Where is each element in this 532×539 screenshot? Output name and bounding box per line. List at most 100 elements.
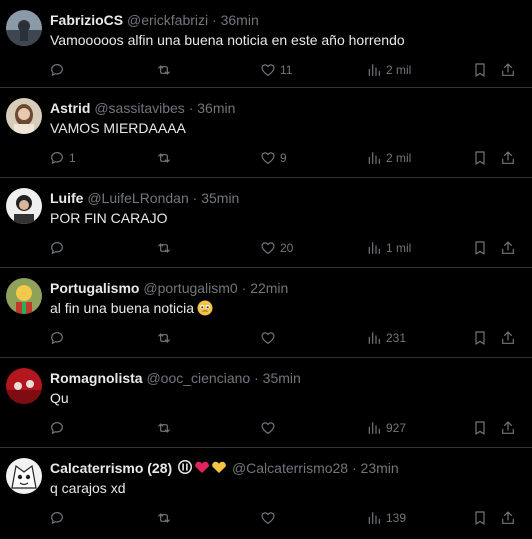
views-chart-icon <box>368 242 380 254</box>
bookmark-button[interactable] <box>472 238 488 258</box>
reply-button[interactable] <box>49 60 69 80</box>
views-button[interactable]: 1 mil <box>366 238 411 258</box>
separator-dot: · <box>351 460 357 476</box>
display-name[interactable]: FabrizioCS <box>50 12 123 28</box>
user-handle[interactable]: @sassitavibes <box>94 100 184 116</box>
retweet-button[interactable] <box>156 60 176 80</box>
avatar-image <box>6 278 42 314</box>
avatar[interactable] <box>6 368 42 404</box>
avatar[interactable] <box>6 98 42 134</box>
like-button[interactable]: 9 <box>260 148 287 168</box>
timestamp[interactable]: 36min <box>197 100 235 116</box>
reply-button[interactable] <box>49 328 69 348</box>
tweet[interactable]: Astrid @sassitavibes · 36min VAMOS MIERD… <box>0 88 532 178</box>
bookmark-button[interactable] <box>472 328 488 348</box>
user-handle[interactable]: @Calcaterrismo28 <box>232 460 348 476</box>
avatar-image <box>6 188 42 224</box>
share-button[interactable] <box>500 418 516 438</box>
retweet-button[interactable] <box>156 238 176 258</box>
timestamp[interactable]: 23min <box>361 460 399 476</box>
bookmark-button[interactable] <box>472 418 488 438</box>
share-icon <box>502 241 514 254</box>
views-button[interactable]: 2 mil <box>366 148 411 168</box>
avatar[interactable] <box>6 188 42 224</box>
tweet[interactable]: Luife @LuifeLRondan · 35min POR FIN CARA… <box>0 178 532 268</box>
like-button[interactable] <box>260 418 280 438</box>
user-handle[interactable]: @portugalism0 <box>143 280 237 296</box>
share-button[interactable] <box>500 60 516 80</box>
display-name[interactable]: Astrid <box>50 100 90 116</box>
share-button[interactable] <box>500 238 516 258</box>
tweet-text: q carajos xd <box>50 480 126 496</box>
timestamp[interactable]: 36min <box>221 12 259 28</box>
tweet-header: Romagnolista @ooc_cienciano · 35min <box>50 369 524 387</box>
action-bar: 231 <box>0 328 532 348</box>
reply-button[interactable] <box>49 418 69 438</box>
tweet-header: Astrid @sassitavibes · 36min <box>50 99 524 117</box>
avatar[interactable] <box>6 458 42 494</box>
action-bar: 20 1 mil <box>0 238 532 258</box>
user-handle[interactable]: @erickfabrizi <box>127 12 208 28</box>
heart-icon <box>261 332 275 344</box>
heart-icon <box>261 512 275 524</box>
heart-icon <box>261 422 275 434</box>
retweet-button[interactable] <box>156 508 176 528</box>
bookmark-button[interactable] <box>472 148 488 168</box>
tweet[interactable]: FabrizioCS @erickfabrizi · 36min Vamoooo… <box>0 0 532 88</box>
retweet-icon <box>158 423 170 433</box>
like-button[interactable]: 11 <box>260 60 292 80</box>
like-button[interactable]: 20 <box>260 238 293 258</box>
separator-dot: · <box>188 100 194 116</box>
avatar-image <box>6 458 42 494</box>
retweet-button[interactable] <box>156 418 176 438</box>
reply-button[interactable] <box>49 238 69 258</box>
tweet[interactable]: Calcaterrismo (28) @Calcaterrismo28 · 23… <box>0 448 532 538</box>
action-bar: 927 <box>0 418 532 438</box>
like-count: 9 <box>280 151 287 165</box>
reply-button[interactable]: 1 <box>49 148 76 168</box>
display-name[interactable]: Luife <box>50 190 83 206</box>
like-button[interactable] <box>260 328 280 348</box>
bookmark-button[interactable] <box>472 508 488 528</box>
views-button[interactable]: 927 <box>366 418 406 438</box>
share-button[interactable] <box>500 508 516 528</box>
display-name[interactable]: Calcaterrismo (28) <box>50 460 172 476</box>
like-button[interactable] <box>260 508 280 528</box>
share-icon <box>502 63 514 76</box>
separator-dot: · <box>254 370 259 386</box>
share-button[interactable] <box>500 328 516 348</box>
tweet[interactable]: Portugalismo @portugalism0 · 22min al fi… <box>0 268 532 358</box>
retweet-icon <box>158 243 170 253</box>
bookmark-icon <box>475 151 485 165</box>
retweet-button[interactable] <box>156 148 176 168</box>
user-handle[interactable]: @LuifeLRondan <box>87 190 188 206</box>
views-count: 139 <box>386 511 407 525</box>
timestamp[interactable]: 35min <box>201 190 239 206</box>
reply-icon <box>51 422 63 434</box>
views-button[interactable]: 231 <box>366 328 406 348</box>
tweet-header: Calcaterrismo (28) @Calcaterrismo28 · 23… <box>50 459 524 479</box>
display-name[interactable]: Portugalismo <box>50 280 139 296</box>
views-button[interactable]: 2 mil <box>366 60 411 80</box>
avatar[interactable] <box>6 278 42 314</box>
views-button[interactable]: 139 <box>366 508 406 528</box>
reply-icon <box>51 152 63 164</box>
tweet-header: Portugalismo @portugalism0 · 22min <box>50 279 524 297</box>
reply-button[interactable] <box>49 508 69 528</box>
separator-dot: · <box>192 190 198 206</box>
views-chart-icon <box>368 512 380 524</box>
display-name[interactable]: Romagnolista <box>50 370 143 386</box>
bookmark-icon <box>475 421 485 435</box>
views-count: 927 <box>386 421 407 435</box>
user-handle[interactable]: @ooc_cienciano <box>146 370 250 386</box>
timestamp[interactable]: 35min <box>263 370 301 386</box>
timestamp[interactable]: 22min <box>250 280 288 296</box>
views-count: 2 mil <box>386 151 412 165</box>
tweet[interactable]: Romagnolista @ooc_cienciano · 35min Qu 9… <box>0 358 532 448</box>
tweet-text: Vamooooos alfin una buena noticia en est… <box>50 32 405 48</box>
bookmark-button[interactable] <box>472 60 488 80</box>
share-button[interactable] <box>500 148 516 168</box>
profile-emoji-badges <box>177 459 227 479</box>
retweet-button[interactable] <box>156 328 176 348</box>
avatar[interactable] <box>6 10 42 46</box>
